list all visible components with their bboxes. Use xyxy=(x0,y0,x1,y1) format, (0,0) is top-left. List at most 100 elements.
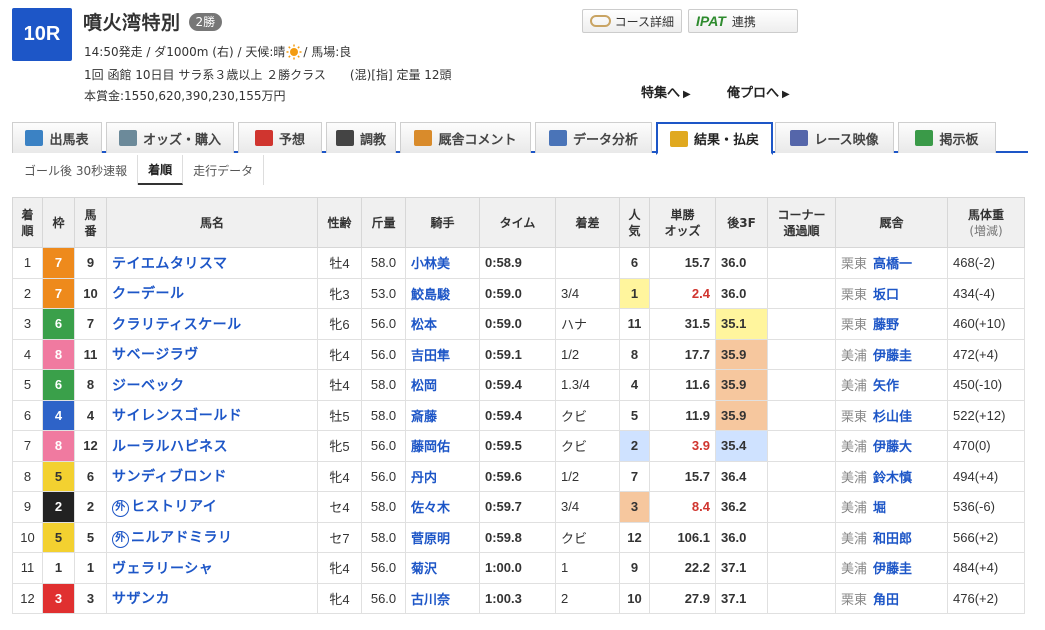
subtab-goal-flash[interactable]: ゴール後 30秒速報 xyxy=(12,155,139,185)
time-cell: 0:59.0 xyxy=(479,277,556,309)
margin-cell: 2 xyxy=(555,582,620,614)
trainer-cell: 栗東 杉山佳 xyxy=(835,399,948,431)
last-3f-cell: 36.0 xyxy=(715,277,768,309)
trainer-link[interactable]: 杉山佳 xyxy=(873,409,912,424)
horse-name-link[interactable]: サイレンスゴールド xyxy=(106,399,318,431)
odds-cell: 15.7 xyxy=(649,460,716,492)
jockey-link[interactable]: 鮫島駿 xyxy=(405,277,480,309)
horse-name-link[interactable]: 外ニルアドミラリ xyxy=(106,521,318,553)
tab-bar-chart[interactable]: データ分析 xyxy=(535,122,652,153)
trainer-link[interactable]: 鈴木慎 xyxy=(873,470,912,485)
subtab-running-data[interactable]: 走行データ xyxy=(183,155,265,185)
jockey-link[interactable]: 佐々木 xyxy=(405,491,480,523)
tab-entry-table[interactable]: 出馬表 xyxy=(12,122,102,153)
last-3f-cell: 36.0 xyxy=(715,247,768,279)
ipat-link-button[interactable]: IPAT 連携 xyxy=(688,9,798,33)
trainer-area: 栗東 xyxy=(841,286,868,302)
special-feature-label: 特集へ xyxy=(641,86,681,101)
subtab-finish-order[interactable]: 着順 xyxy=(138,155,184,185)
last-3f-cell: 35.1 xyxy=(715,308,768,340)
course-detail-button[interactable]: コース詳細 xyxy=(582,9,682,33)
rank-cell: 1 xyxy=(12,247,43,279)
trainer-cell: 栗東 藤野 xyxy=(835,308,948,340)
tab-stable[interactable]: 厩舎コメント xyxy=(400,122,531,153)
col-odds: 単勝 オッズ xyxy=(649,197,716,248)
horse-name-link[interactable]: ルーラルハピネス xyxy=(106,430,318,462)
jockey-link[interactable]: 古川奈 xyxy=(405,582,480,614)
umaban-cell: 6 xyxy=(74,460,107,492)
time-cell: 1:00.0 xyxy=(479,552,556,584)
trainer-link[interactable]: 矢作 xyxy=(873,378,899,393)
umaban-cell: 10 xyxy=(74,277,107,309)
umaban-cell: 2 xyxy=(74,491,107,523)
trainer-link[interactable]: 高橋一 xyxy=(873,256,912,271)
ore-pro-link[interactable]: 俺プロへ ▶ xyxy=(727,82,790,101)
body-weight-cell: 476(+2) xyxy=(947,582,1025,614)
tab-coins[interactable]: 結果・払戻 xyxy=(656,122,773,155)
horse-name-link[interactable]: ヴェラリーシャ xyxy=(106,552,318,584)
horse-name-link[interactable]: サザンカ xyxy=(106,582,318,614)
tab-odds[interactable]: オッズ・購入 xyxy=(106,122,234,153)
trainer-link[interactable]: 伊藤圭 xyxy=(873,561,912,576)
weight-cell: 58.0 xyxy=(361,399,406,431)
jockey-link[interactable]: 丹内 xyxy=(405,460,480,492)
weight-cell: 56.0 xyxy=(361,308,406,340)
table-header-row: 着 順 枠 馬 番 馬名 性齢 斤量 騎手 タイム 着差 人 気 単勝 オッズ … xyxy=(12,197,1025,248)
tab-stopwatch[interactable]: 調教 xyxy=(326,122,396,153)
coins-icon xyxy=(669,130,688,147)
trainer-link[interactable]: 角田 xyxy=(873,592,899,607)
last-3f-cell: 35.9 xyxy=(715,338,768,370)
trainer-link[interactable]: 藤野 xyxy=(873,317,899,332)
jockey-link[interactable]: 小林美 xyxy=(405,247,480,279)
trainer-link[interactable]: 伊藤圭 xyxy=(873,348,912,363)
tab-chat[interactable]: 掲示板 xyxy=(898,122,996,153)
arrow-right-icon: ▶ xyxy=(683,89,691,100)
margin-cell: 3/4 xyxy=(555,491,620,523)
sex-age-cell: 牝4 xyxy=(317,338,362,370)
jockey-link[interactable]: 松岡 xyxy=(405,369,480,401)
trainer-link[interactable]: 堀 xyxy=(873,500,886,515)
time-cell: 0:59.4 xyxy=(479,369,556,401)
trainer-cell: 栗東 高橋一 xyxy=(835,247,948,279)
horse-name-link[interactable]: サベージラヴ xyxy=(106,338,318,370)
popularity-cell: 3 xyxy=(619,491,650,523)
horse-name-link[interactable]: ジーベック xyxy=(106,369,318,401)
horse-name-link[interactable]: クラリティスケール xyxy=(106,308,318,340)
odds-cell: 11.9 xyxy=(649,399,716,431)
jockey-link[interactable]: 菊沢 xyxy=(405,552,480,584)
horse-name-link[interactable]: テイエムタリスマ xyxy=(106,247,318,279)
horse-name-link[interactable]: 外ヒストリアイ xyxy=(106,491,318,523)
foreign-horse-mark: 外 xyxy=(112,500,129,518)
tab-label: レース映像 xyxy=(814,132,879,148)
corner-cell xyxy=(767,491,836,523)
course-detail-label: コース詳細 xyxy=(614,14,674,29)
jockey-link[interactable]: 菅原明 xyxy=(405,521,480,553)
tab-target[interactable]: 予想 xyxy=(238,122,322,153)
col-horse-name[interactable]: 馬名 xyxy=(106,197,318,248)
col-umaban: 馬 番 xyxy=(74,197,107,248)
jockey-link[interactable]: 松本 xyxy=(405,308,480,340)
tab-video[interactable]: レース映像 xyxy=(775,122,894,153)
race-track-condition: / 馬場:良 xyxy=(303,45,352,59)
horse-name-link[interactable]: クーデール xyxy=(106,277,318,309)
last-3f-cell: 36.0 xyxy=(715,521,768,553)
jockey-link[interactable]: 斎藤 xyxy=(405,399,480,431)
jockey-link[interactable]: 藤岡佑 xyxy=(405,430,480,462)
jockey-link[interactable]: 吉田隼 xyxy=(405,338,480,370)
table-row: 9 2 2 外ヒストリアイ セ4 58.0 佐々木 0:59.7 3/4 3 8.4 36.2 美浦堀 5… xyxy=(12,491,1025,523)
trainer-cell: 美浦 伊藤圭 xyxy=(835,338,948,370)
odds-cell: 22.2 xyxy=(649,552,716,584)
horse-name: クラリティスケール xyxy=(112,315,242,332)
video-icon xyxy=(790,130,809,146)
trainer-area: 美浦 xyxy=(841,378,868,394)
trainer-link[interactable]: 坂口 xyxy=(873,287,899,302)
tab-label: データ分析 xyxy=(572,132,638,148)
trainer-area: 美浦 xyxy=(841,530,868,546)
trainer-link[interactable]: 和田郎 xyxy=(873,531,912,546)
special-feature-link[interactable]: 特集へ ▶ xyxy=(641,82,691,101)
horse-name-link[interactable]: サンディブロンド xyxy=(106,460,318,492)
body-weight-cell: 468(-2) xyxy=(947,247,1025,279)
trainer-cell: 栗東 坂口 xyxy=(835,277,948,309)
sex-age-cell: 牝4 xyxy=(317,552,362,584)
trainer-link[interactable]: 伊藤大 xyxy=(873,439,912,454)
